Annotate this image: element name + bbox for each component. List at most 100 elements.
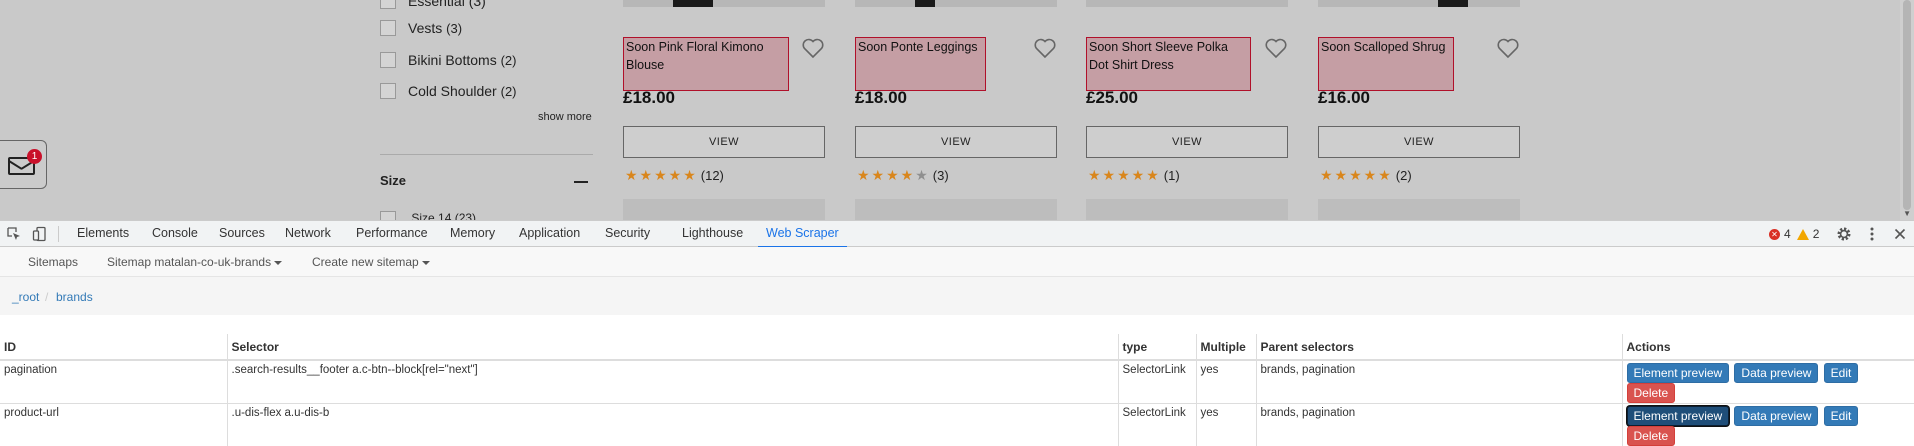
filter-count: (2)	[501, 84, 517, 99]
close-icon[interactable]	[1892, 226, 1908, 242]
view-button[interactable]: VIEW	[1318, 126, 1520, 158]
devtools-tab-bar: Elements Console Sources Network Perform…	[0, 221, 1914, 247]
table-row[interactable]: pagination .search-results__footer a.c-b…	[0, 360, 1914, 404]
caret-down-icon	[422, 261, 430, 265]
heart-icon[interactable]	[801, 37, 825, 59]
product-image[interactable]	[1086, 199, 1288, 220]
edit-button[interactable]: Edit	[1824, 406, 1859, 426]
error-counter[interactable]: ✕4 2	[1769, 227, 1819, 241]
heart-icon[interactable]	[1496, 37, 1520, 59]
filter-option-cold-shoulder[interactable]: Cold Shoulder (2)	[380, 81, 517, 101]
review-count: (1)	[1164, 168, 1180, 183]
checkbox[interactable]	[380, 52, 396, 68]
product-image[interactable]	[1318, 0, 1520, 7]
product-card[interactable]: Soon Short Sleeve Polka Dot Shirt Dress …	[1086, 0, 1288, 220]
filter-option-essential[interactable]: Essential (3)	[380, 0, 486, 11]
cell-parent-selectors: brands, pagination	[1256, 404, 1622, 446]
view-button[interactable]: VIEW	[855, 126, 1057, 158]
checkbox[interactable]	[380, 0, 396, 9]
rating[interactable]: ★★★★★(3)	[857, 167, 949, 184]
table-header-row: ID Selector type Multiple Parent selecto…	[0, 334, 1914, 360]
cell-id[interactable]: product-url	[0, 404, 227, 446]
cell-id[interactable]: pagination	[0, 360, 227, 404]
more-vertical-icon[interactable]	[1864, 226, 1880, 242]
checkbox[interactable]	[380, 211, 396, 220]
tab-network[interactable]: Network	[285, 221, 331, 247]
tab-application[interactable]: Application	[519, 221, 580, 247]
element-preview-button[interactable]: Element preview	[1627, 363, 1730, 383]
product-image[interactable]	[855, 0, 1057, 7]
product-card[interactable]: Soon Scalloped Shrug £16.00 VIEW ★★★★★(2…	[1318, 0, 1520, 220]
inspect-icon[interactable]	[6, 226, 22, 242]
scrollbar-thumb[interactable]	[1903, 0, 1911, 210]
mail-button[interactable]: 1	[0, 140, 47, 189]
tab-sources[interactable]: Sources	[219, 221, 265, 247]
view-button[interactable]: VIEW	[1086, 126, 1288, 158]
cell-parent-selectors: brands, pagination	[1256, 360, 1622, 404]
scroll-down-icon[interactable]: ▼	[1903, 210, 1911, 218]
size-filter-heading[interactable]: Size	[380, 173, 406, 188]
delete-button[interactable]: Delete	[1627, 383, 1676, 403]
product-price: £16.00	[1318, 88, 1370, 108]
view-button[interactable]: VIEW	[623, 126, 825, 158]
scraper-navbar: Sitemaps Sitemap matalan-co-uk-brands Cr…	[0, 247, 1914, 277]
product-image[interactable]	[623, 0, 825, 7]
show-more-link[interactable]: show more	[538, 111, 592, 123]
product-image[interactable]	[1318, 199, 1520, 220]
filter-option-vests[interactable]: Vests (3)	[380, 18, 462, 38]
divider	[58, 226, 59, 242]
review-count: (2)	[1396, 168, 1412, 183]
checkbox[interactable]	[380, 20, 396, 36]
collapse-minus-icon[interactable]	[574, 181, 588, 183]
heart-icon[interactable]	[1264, 37, 1288, 59]
delete-button[interactable]: Delete	[1627, 426, 1676, 446]
tab-lighthouse[interactable]: Lighthouse	[682, 221, 743, 247]
device-toggle-icon[interactable]	[32, 226, 48, 242]
sitemap-dropdown[interactable]: Sitemap matalan-co-uk-brands	[107, 255, 282, 269]
cell-actions: Element preview Data preview Edit Delete	[1622, 404, 1914, 446]
tab-web-scraper[interactable]: Web Scraper	[766, 221, 839, 247]
data-preview-button[interactable]: Data preview	[1734, 406, 1818, 426]
stars-icon: ★★★★★	[625, 167, 698, 184]
rating[interactable]: ★★★★★(2)	[1320, 167, 1412, 184]
filter-label: Cold Shoulder	[408, 83, 497, 99]
page-scrollbar[interactable]: ▼	[1900, 0, 1914, 220]
create-sitemap-dropdown[interactable]: Create new sitemap	[312, 255, 430, 269]
stars-icon: ★★★★★	[1088, 167, 1161, 184]
product-image[interactable]	[623, 199, 825, 220]
filter-option-size-14[interactable]: Size 14 (23)	[380, 211, 476, 220]
sitemap-dropdown-label: Sitemap matalan-co-uk-brands	[107, 255, 271, 269]
tab-console[interactable]: Console	[152, 221, 198, 247]
product-image[interactable]	[855, 199, 1057, 220]
tab-security[interactable]: Security	[605, 221, 650, 247]
column-header-actions: Actions	[1622, 334, 1914, 360]
product-title[interactable]: Soon Ponte Leggings	[855, 37, 986, 91]
breadcrumb-root[interactable]: _root	[12, 290, 39, 304]
edit-button[interactable]: Edit	[1824, 363, 1859, 383]
sitemaps-link[interactable]: Sitemaps	[28, 255, 78, 269]
breadcrumb: _root / brands	[0, 277, 1914, 315]
tab-memory[interactable]: Memory	[450, 221, 495, 247]
warning-count: 2	[1813, 227, 1820, 241]
rating[interactable]: ★★★★★(1)	[1088, 167, 1180, 184]
product-card[interactable]: Soon Ponte Leggings £18.00 VIEW ★★★★★(3)	[855, 0, 1057, 220]
product-title[interactable]: Soon Pink Floral Kimono Blouse	[623, 37, 789, 91]
stars-icon: ★★★★★	[1320, 167, 1393, 184]
product-title[interactable]: Soon Short Sleeve Polka Dot Shirt Dress	[1086, 37, 1251, 91]
product-title[interactable]: Soon Scalloped Shrug	[1318, 37, 1454, 91]
data-preview-button[interactable]: Data preview	[1734, 363, 1818, 383]
error-count: 4	[1784, 227, 1791, 241]
checkbox[interactable]	[380, 83, 396, 99]
settings-icon[interactable]	[1836, 226, 1852, 242]
heart-icon[interactable]	[1033, 37, 1057, 59]
element-preview-button[interactable]: Element preview	[1627, 406, 1730, 426]
tab-performance[interactable]: Performance	[356, 221, 428, 247]
rating[interactable]: ★★★★★(12)	[625, 167, 724, 184]
filter-option-bikini-bottoms[interactable]: Bikini Bottoms (2)	[380, 50, 516, 70]
product-card[interactable]: Soon Pink Floral Kimono Blouse £18.00 VI…	[623, 0, 825, 220]
tab-elements[interactable]: Elements	[77, 221, 129, 247]
product-image[interactable]	[1086, 0, 1288, 7]
filter-label: Bikini Bottoms	[408, 52, 497, 68]
breadcrumb-brands[interactable]: brands	[56, 290, 93, 304]
table-row[interactable]: product-url .u-dis-flex a.u-dis-b Select…	[0, 404, 1914, 446]
